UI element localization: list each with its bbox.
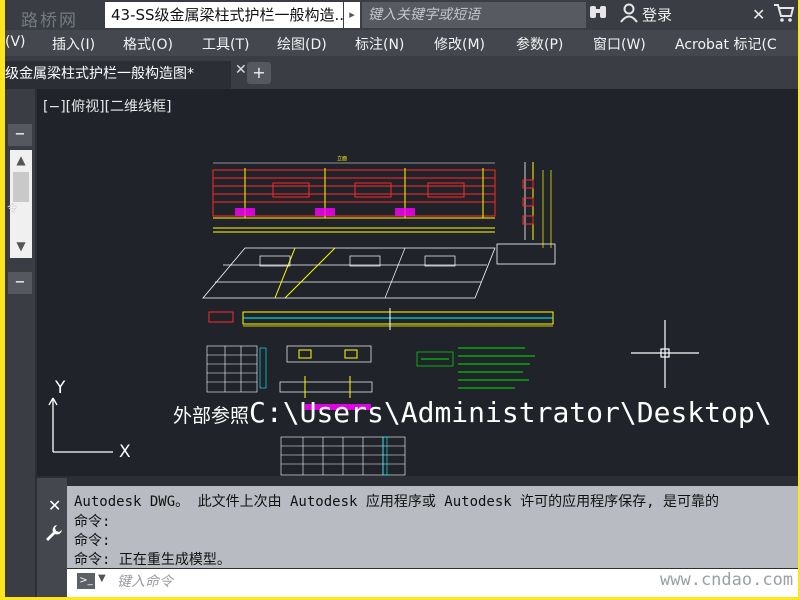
menu-modify[interactable]: 修改(M) bbox=[434, 34, 485, 54]
menu-draw[interactable]: 绘图(D) bbox=[277, 34, 327, 54]
document-title: 43-SS级金属梁柱式护栏一般构造... bbox=[105, 2, 343, 28]
menu-bar: (V) 插入(I) 格式(O) 工具(T) 绘图(D) 标注(N) 修改(M) … bbox=[5, 30, 798, 56]
palette-collapse-button[interactable]: − bbox=[8, 124, 32, 146]
cursor-crosshair bbox=[631, 320, 699, 388]
command-prompt-icon[interactable]: >_ bbox=[77, 573, 95, 589]
menu-format[interactable]: 格式(O) bbox=[123, 34, 173, 54]
menu-insert[interactable]: 插入(I) bbox=[52, 34, 95, 54]
menu-window[interactable]: 窗口(W) bbox=[593, 34, 646, 54]
plan-view bbox=[202, 247, 496, 299]
user-icon[interactable] bbox=[620, 3, 638, 30]
menu-tools[interactable]: 工具(T) bbox=[202, 34, 249, 54]
svg-text:立面: 立面 bbox=[337, 155, 347, 162]
watermark-logo: 路桥网 bbox=[21, 11, 78, 31]
document-tab-bar: 级金属梁柱式护栏一般构造图* bbox=[5, 56, 798, 89]
new-tab-button[interactable]: + bbox=[247, 62, 271, 84]
site-watermark: www.cndao.com bbox=[660, 570, 794, 590]
quantity-table-left bbox=[206, 345, 267, 393]
command-history-line: 命令: bbox=[74, 514, 111, 530]
command-input-placeholder[interactable]: 键入命令 bbox=[117, 571, 173, 591]
cross-section-view bbox=[496, 162, 556, 265]
scroll-up-icon[interactable]: ▲ bbox=[10, 152, 32, 168]
login-link[interactable]: 登录 bbox=[642, 4, 672, 26]
scroll-down-icon[interactable]: ▼ bbox=[10, 238, 32, 254]
palette-collapse-button[interactable]: − bbox=[8, 272, 32, 294]
quantity-table-bottom bbox=[280, 436, 406, 476]
app-window: 路桥网 43-SS级金属梁柱式护栏一般构造... ▸ 键入关键字或短语 登录 ✕… bbox=[5, 0, 798, 597]
menu-acrobat[interactable]: Acrobat 标记(C bbox=[675, 34, 777, 54]
close-icon[interactable]: ✕ bbox=[48, 496, 61, 515]
menu-parametric[interactable]: 参数(P) bbox=[516, 34, 563, 54]
wrench-icon[interactable] bbox=[45, 524, 63, 547]
external-reference-path: 外部参照C:\Users\Administrator\Desktop\ bbox=[173, 396, 772, 429]
ucs-y-label: Y bbox=[55, 378, 66, 398]
ucs-icon bbox=[48, 397, 113, 453]
rail-detail-strip bbox=[208, 308, 554, 330]
search-input[interactable]: 键入关键字或短语 bbox=[362, 2, 586, 28]
chevron-down-icon[interactable]: ▼ bbox=[98, 573, 106, 584]
menu-dimension[interactable]: 标注(N) bbox=[355, 34, 404, 54]
palette-side-label: 令 bbox=[7, 202, 18, 215]
tab-close-icon[interactable]: ✕ bbox=[235, 62, 247, 78]
left-palette-bottom bbox=[5, 478, 35, 597]
elevation-view: 立面 bbox=[212, 155, 496, 233]
title-bar: 路桥网 43-SS级金属梁柱式护栏一般构造... ▸ 键入关键字或短语 登录 ✕ bbox=[5, 0, 798, 31]
command-history-line: 命令: bbox=[74, 533, 111, 549]
cart-icon[interactable] bbox=[773, 3, 795, 28]
xref-label: 外部参照 bbox=[173, 405, 250, 427]
command-history-line: 命令: 正在重生成模型。 bbox=[74, 552, 231, 568]
title-expand-arrow-icon[interactable]: ▸ bbox=[344, 2, 360, 28]
ucs-x-label: X bbox=[119, 442, 131, 462]
viewport-controls-label[interactable]: [−][俯视][二维线框] bbox=[43, 96, 172, 116]
menu-view[interactable]: (V) bbox=[5, 34, 26, 50]
xref-path: C:\Users\Administrator\Desktop\ bbox=[249, 396, 772, 429]
tab-drawing[interactable]: 级金属梁柱式护栏一般构造图* bbox=[5, 61, 231, 89]
green-notes bbox=[416, 347, 535, 389]
command-history-line: Autodesk DWG。 此文件上次由 Autodesk 应用程序或 Auto… bbox=[74, 494, 720, 510]
close-icon[interactable]: ✕ bbox=[752, 3, 765, 27]
scroll-thumb[interactable] bbox=[13, 172, 29, 202]
binoculars-icon[interactable] bbox=[588, 3, 608, 28]
